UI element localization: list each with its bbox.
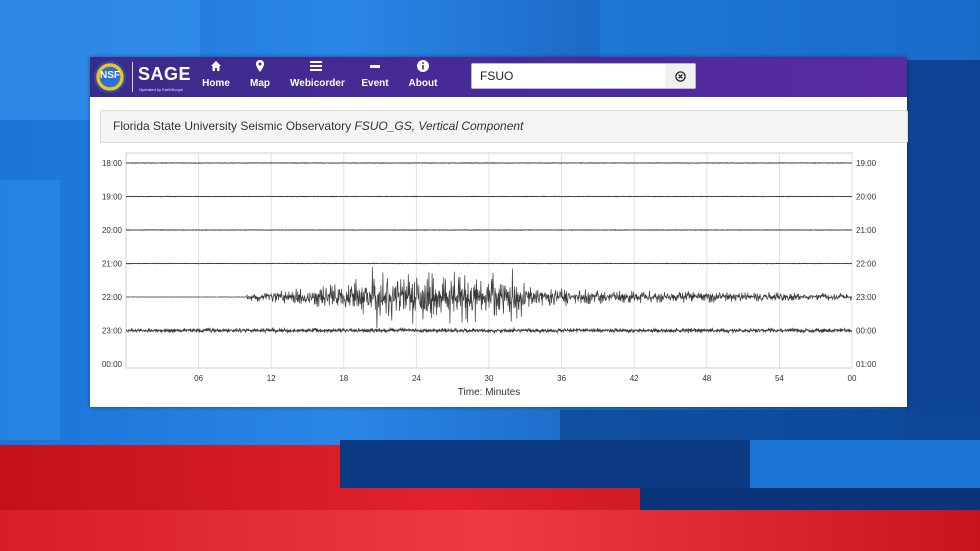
- nav-map-label: Map: [250, 78, 270, 89]
- x-tick-label: 42: [630, 374, 639, 383]
- nsf-logo[interactable]: NSF: [94, 61, 126, 93]
- x-tick-label: 00: [848, 374, 857, 383]
- right-tick-label: 23:00: [856, 293, 877, 302]
- seismogram-svg: 06 12 18 24 30 36 42 48 54 00 18:00 19:00 20:00 21:00…: [102, 152, 877, 398]
- left-tick-label: 00:00: [102, 360, 123, 369]
- nav-about[interactable]: About: [408, 60, 438, 94]
- seismic-trace: [125, 228, 853, 232]
- right-tick-label: 22:00: [856, 260, 877, 269]
- right-tick-label: 00:00: [856, 327, 877, 336]
- station-search-input[interactable]: [472, 64, 668, 88]
- info-icon: [408, 60, 438, 76]
- left-tick-label: 21:00: [102, 260, 123, 269]
- plot-title: Florida State University Seismic Observa…: [113, 119, 523, 133]
- left-tick-label: 20:00: [102, 226, 123, 235]
- search-clear-button[interactable]: [665, 63, 696, 89]
- plot-title-bar: Florida State University Seismic Observa…: [100, 110, 908, 143]
- right-tick-label: 20:00: [856, 193, 877, 202]
- left-tick-label: 18:00: [102, 159, 123, 168]
- nav-map[interactable]: Map: [247, 60, 273, 94]
- navbar: NSF SAGE Operated by EarthScope Home Map…: [90, 57, 907, 97]
- right-tick-label: 21:00: [856, 226, 877, 235]
- nav-event[interactable]: Event: [360, 60, 390, 94]
- list-icon: [290, 60, 342, 76]
- seismic-trace: [125, 262, 853, 265]
- right-tick-label: 01:00: [856, 360, 877, 369]
- home-icon: [202, 60, 230, 76]
- x-tick-label: 36: [557, 374, 566, 383]
- seismic-trace: [126, 161, 853, 165]
- seismogram-plot: 06 12 18 24 30 36 42 48 54 00 18:00 19:00 20:00 21:00…: [90, 147, 907, 407]
- nav-webicorder-label: Webicorder: [290, 78, 345, 89]
- x-tick-label: 12: [267, 374, 276, 383]
- x-tick-label: 24: [412, 374, 421, 383]
- nav-about-label: About: [408, 78, 438, 89]
- channel-name: FSUO_GS, Vertical Component: [354, 119, 524, 133]
- station-search: [471, 63, 668, 89]
- nsf-logo-mark: NSF: [100, 70, 120, 81]
- x-tick-label: 30: [485, 374, 494, 383]
- x-tick-label: 48: [702, 374, 711, 383]
- browser-window: NSF SAGE Operated by EarthScope Home Map…: [90, 57, 908, 407]
- clear-circle-icon: [674, 69, 686, 83]
- nav-webicorder[interactable]: Webicorder: [290, 60, 345, 94]
- nav-event-label: Event: [361, 78, 389, 89]
- x-axis-label: Time: Minutes: [458, 387, 520, 398]
- seismic-trace: [126, 195, 852, 198]
- station-name: Florida State University Seismic Observa…: [113, 119, 352, 133]
- sage-logo-text[interactable]: SAGE: [138, 64, 191, 85]
- nav-home[interactable]: Home: [202, 60, 230, 94]
- x-tick-label: 54: [775, 374, 784, 383]
- x-tick-label: 18: [339, 374, 348, 383]
- sage-logo-subtitle: Operated by EarthScope: [139, 87, 184, 92]
- left-tick-label: 23:00: [102, 327, 123, 336]
- right-tick-label: 19:00: [856, 159, 877, 168]
- minus-icon: [360, 60, 390, 76]
- map-pin-icon: [247, 60, 273, 76]
- left-tick-label: 22:00: [102, 293, 123, 302]
- left-tick-label: 19:00: [102, 193, 123, 202]
- nav-home-label: Home: [202, 78, 230, 89]
- logo-divider: [132, 62, 133, 92]
- x-tick-label: 06: [194, 374, 203, 383]
